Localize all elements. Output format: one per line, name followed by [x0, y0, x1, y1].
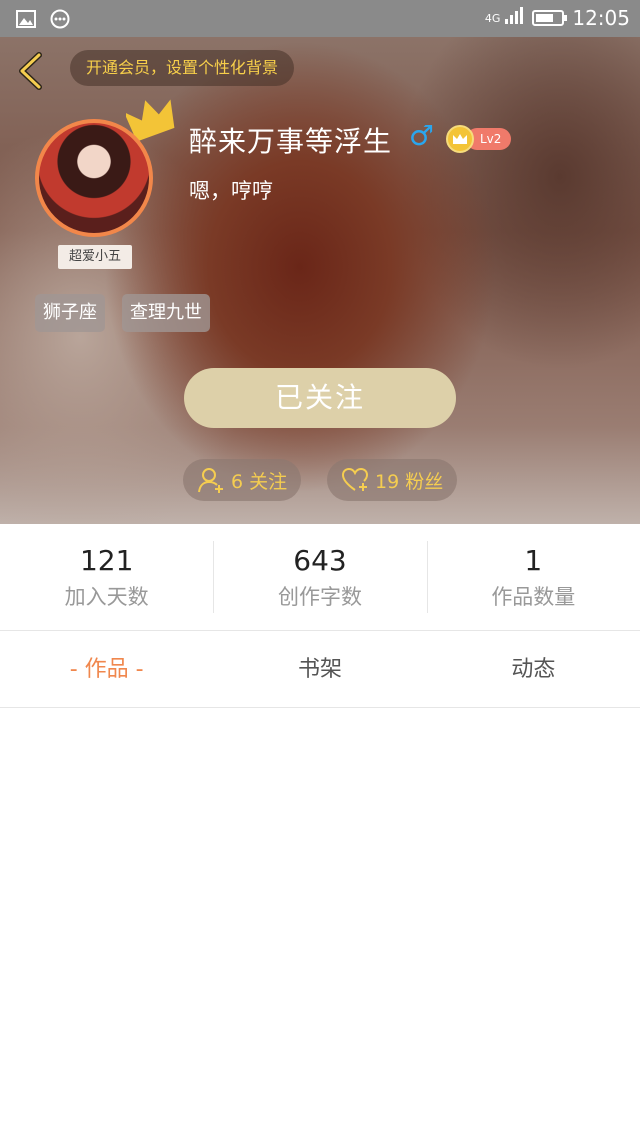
- signature: 嗯，哼哼: [189, 179, 273, 203]
- stat-works-count: 1 作品数量: [426, 524, 640, 630]
- fans-count-button[interactable]: 19 粉丝: [327, 459, 458, 501]
- tag-interest: 查理九世: [122, 294, 210, 332]
- level-badge[interactable]: Lv2: [446, 125, 512, 153]
- gender-male-icon: ♂: [409, 119, 435, 152]
- battery-icon: [532, 10, 568, 26]
- profile-tags: 狮子座 查理九世: [35, 294, 210, 332]
- signal-icon: [504, 6, 524, 30]
- profile-header: 开通会员，设置个性化背景 超爱小五 醉来万事等浮生 ♂ Lv2 嗯，哼哼 狮子座…: [0, 37, 640, 524]
- stat-word-count: 643 创作字数: [213, 524, 426, 630]
- avatar[interactable]: [35, 119, 153, 237]
- stat-value: 121: [79, 544, 134, 577]
- status-bar: 4G 12:05: [0, 0, 640, 37]
- crown-coin-icon: [446, 125, 474, 153]
- stat-value: 1: [524, 544, 543, 577]
- avatar-tag: 超爱小五: [58, 245, 132, 269]
- following-count: 6 关注: [231, 470, 288, 493]
- tab-content: [0, 708, 640, 1138]
- username: 醉来万事等浮生: [189, 125, 393, 158]
- tab-bookshelf[interactable]: 书架: [213, 632, 426, 707]
- profile-stats: 121 加入天数 643 创作字数 1 作品数量: [0, 524, 640, 631]
- heart-plus-icon: [341, 467, 369, 491]
- fans-count: 19 粉丝: [375, 470, 444, 493]
- stat-label: 创作字数: [277, 585, 362, 609]
- back-button[interactable]: [12, 51, 48, 91]
- stat-join-days: 121 加入天数: [0, 524, 213, 630]
- more-dots-icon: [50, 9, 70, 33]
- following-count-button[interactable]: 6 关注: [183, 459, 302, 501]
- stat-label: 作品数量: [491, 585, 576, 609]
- profile-tabs: - 作品 - 书架 动态: [0, 632, 640, 708]
- stat-value: 643: [293, 544, 347, 577]
- stat-label: 加入天数: [64, 585, 149, 609]
- clock: 12:05: [572, 6, 630, 30]
- tag-zodiac: 狮子座: [35, 294, 105, 332]
- tab-activity[interactable]: 动态: [427, 632, 640, 707]
- chevron-left-icon: [19, 52, 42, 90]
- followed-button[interactable]: 已关注: [184, 368, 456, 428]
- tab-works[interactable]: - 作品 -: [0, 632, 213, 707]
- image-icon: [16, 10, 36, 32]
- vip-background-banner[interactable]: 开通会员，设置个性化背景: [70, 50, 295, 86]
- network-type: 4G: [484, 11, 501, 25]
- add-user-icon: [198, 468, 223, 493]
